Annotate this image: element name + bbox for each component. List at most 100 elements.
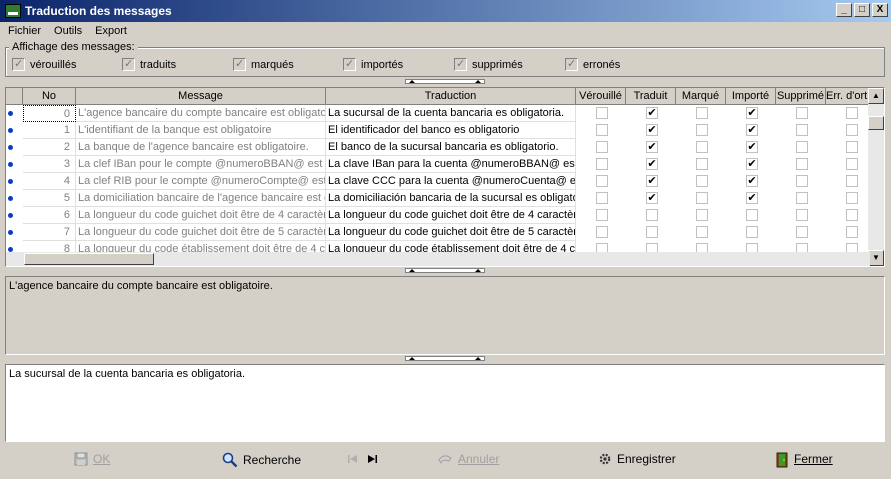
splitter-handle[interactable]: [405, 356, 485, 361]
cell-flag-marque[interactable]: [696, 124, 708, 136]
cell-flag-err-ort[interactable]: [846, 107, 858, 119]
previous-icon[interactable]: [346, 452, 360, 466]
search-button[interactable]: Recherche: [222, 452, 301, 468]
cell-flag-importe[interactable]: ✔: [746, 158, 758, 170]
cell-flag-importe[interactable]: ✔: [746, 175, 758, 187]
splitter-top[interactable]: [5, 79, 885, 85]
maximize-button[interactable]: □: [854, 3, 870, 17]
cell-flag-supprime[interactable]: [796, 141, 808, 153]
cell-no[interactable]: 0: [23, 105, 76, 122]
cell-flag-marque[interactable]: [696, 209, 708, 221]
cancel-button[interactable]: Annuler: [437, 452, 499, 466]
cell-flag-importe[interactable]: ✔: [746, 124, 758, 136]
cell-flag-supprime[interactable]: [796, 209, 808, 221]
filter-errones[interactable]: erronés: [565, 58, 620, 71]
cell-no[interactable]: 1: [23, 122, 76, 139]
cell-flag-traduit[interactable]: ✔: [646, 158, 658, 170]
cell-flag-supprime[interactable]: [796, 124, 808, 136]
table-row[interactable]: 4 La clef RIB pour le compte @numeroCompt…: [6, 173, 870, 190]
cell-flag-supprime[interactable]: [796, 158, 808, 170]
cell-flag-marque[interactable]: [696, 141, 708, 153]
header-no[interactable]: No: [23, 88, 76, 105]
cell-flag-marque[interactable]: [696, 226, 708, 238]
cell-message[interactable]: La longueur du code guichet doit être de…: [76, 207, 326, 224]
header-message[interactable]: Message: [76, 88, 326, 105]
filter-traduits[interactable]: traduits: [122, 58, 176, 71]
cell-message[interactable]: La clef IBan pour le compte @numeroBBAN@…: [76, 156, 326, 173]
header-traduit[interactable]: Traduit: [626, 88, 676, 105]
cell-flag-importe[interactable]: [746, 226, 758, 238]
cell-flag-verrouille[interactable]: [596, 209, 608, 221]
cell-flag-supprime[interactable]: [796, 107, 808, 119]
cell-no[interactable]: 2: [23, 139, 76, 156]
next-icon[interactable]: [365, 452, 379, 466]
cell-flag-importe[interactable]: ✔: [746, 107, 758, 119]
cell-flag-verrouille[interactable]: [596, 107, 608, 119]
cell-flag-err-ort[interactable]: [846, 175, 858, 187]
cell-flag-traduit[interactable]: ✔: [646, 141, 658, 153]
translation-text[interactable]: La sucursal de la cuenta bancaria es obl…: [9, 368, 245, 380]
grid-horizontal-scrollbar[interactable]: [6, 252, 870, 266]
cell-flag-traduit[interactable]: [646, 209, 658, 221]
cell-flag-supprime[interactable]: [796, 192, 808, 204]
header-verrouille[interactable]: Vérouillé: [576, 88, 626, 105]
cell-no[interactable]: 7: [23, 224, 76, 241]
cell-flag-verrouille[interactable]: [596, 141, 608, 153]
cell-flag-err-ort[interactable]: [846, 124, 858, 136]
checkbox-icon[interactable]: [565, 58, 578, 71]
filter-verrouilles[interactable]: vérouillés: [12, 58, 76, 71]
splitter-handle[interactable]: [405, 79, 485, 84]
cell-message[interactable]: La banque de l'agence bancaire est oblig…: [76, 139, 326, 156]
table-row[interactable]: 5 La domiciliation bancaire de l'agence b…: [6, 190, 870, 207]
scroll-down-icon[interactable]: ▼: [868, 250, 884, 266]
menu-fichier[interactable]: Fichier: [3, 25, 46, 37]
cell-flag-marque[interactable]: [696, 158, 708, 170]
cell-flag-verrouille[interactable]: [596, 192, 608, 204]
table-row[interactable]: 6 La longueur du code guichet doit être d…: [6, 207, 870, 224]
grid-vertical-scrollbar[interactable]: ▲ ▼: [868, 88, 884, 266]
table-row[interactable]: 3 La clef IBan pour le compte @numeroBBAN…: [6, 156, 870, 173]
save-button[interactable]: Enregistrer: [598, 452, 676, 466]
filter-marques[interactable]: marqués: [233, 58, 294, 71]
cell-flag-err-ort[interactable]: [846, 192, 858, 204]
cell-flag-importe[interactable]: ✔: [746, 141, 758, 153]
translation-edit-pane[interactable]: La sucursal de la cuenta bancaria es obl…: [5, 364, 885, 442]
minimize-button[interactable]: _: [836, 3, 852, 17]
cell-flag-traduit[interactable]: ✔: [646, 175, 658, 187]
cell-flag-traduit[interactable]: [646, 226, 658, 238]
filter-supprimes[interactable]: supprimés: [454, 58, 523, 71]
cell-message[interactable]: L'identifiant de la banque est obligatoi…: [76, 122, 326, 139]
scroll-thumb[interactable]: [868, 116, 884, 130]
cell-flag-supprime[interactable]: [796, 175, 808, 187]
table-row[interactable]: 1 L'identifiant de la banque est obligato…: [6, 122, 870, 139]
checkbox-icon[interactable]: [122, 58, 135, 71]
header-supprime[interactable]: Supprimé: [776, 88, 826, 105]
cell-flag-verrouille[interactable]: [596, 226, 608, 238]
cell-translation[interactable]: La domiciliación bancaria de la sucursal…: [326, 190, 576, 207]
header-marque[interactable]: Marqué: [676, 88, 726, 105]
cell-flag-err-ort[interactable]: [846, 141, 858, 153]
cell-translation[interactable]: La sucursal de la cuenta bancaria es obl…: [326, 105, 576, 122]
cell-no[interactable]: 5: [23, 190, 76, 207]
cell-flag-err-ort[interactable]: [846, 158, 858, 170]
cell-message[interactable]: La clef RIB pour le compte @numeroCompte…: [76, 173, 326, 190]
cell-translation[interactable]: La clave CCC para la cuenta @numeroCuent…: [326, 173, 576, 190]
table-row[interactable]: 0 L'agence bancaire du compte bancaire es…: [6, 105, 870, 122]
cell-flag-marque[interactable]: [696, 107, 708, 119]
cell-message[interactable]: La longueur du code guichet doit être de…: [76, 224, 326, 241]
cell-flag-supprime[interactable]: [796, 226, 808, 238]
cell-no[interactable]: 6: [23, 207, 76, 224]
scroll-up-icon[interactable]: ▲: [868, 88, 884, 104]
cell-flag-err-ort[interactable]: [846, 226, 858, 238]
table-row[interactable]: 7 La longueur du code guichet doit être d…: [6, 224, 870, 241]
close-button[interactable]: Fermer: [775, 452, 833, 468]
menu-outils[interactable]: Outils: [49, 25, 87, 37]
cell-flag-traduit[interactable]: ✔: [646, 192, 658, 204]
cell-flag-marque[interactable]: [696, 192, 708, 204]
cell-flag-verrouille[interactable]: [596, 158, 608, 170]
cell-flag-err-ort[interactable]: [846, 209, 858, 221]
cell-flag-importe[interactable]: [746, 209, 758, 221]
cell-no[interactable]: 3: [23, 156, 76, 173]
checkbox-icon[interactable]: [233, 58, 246, 71]
splitter-handle[interactable]: [405, 268, 485, 273]
